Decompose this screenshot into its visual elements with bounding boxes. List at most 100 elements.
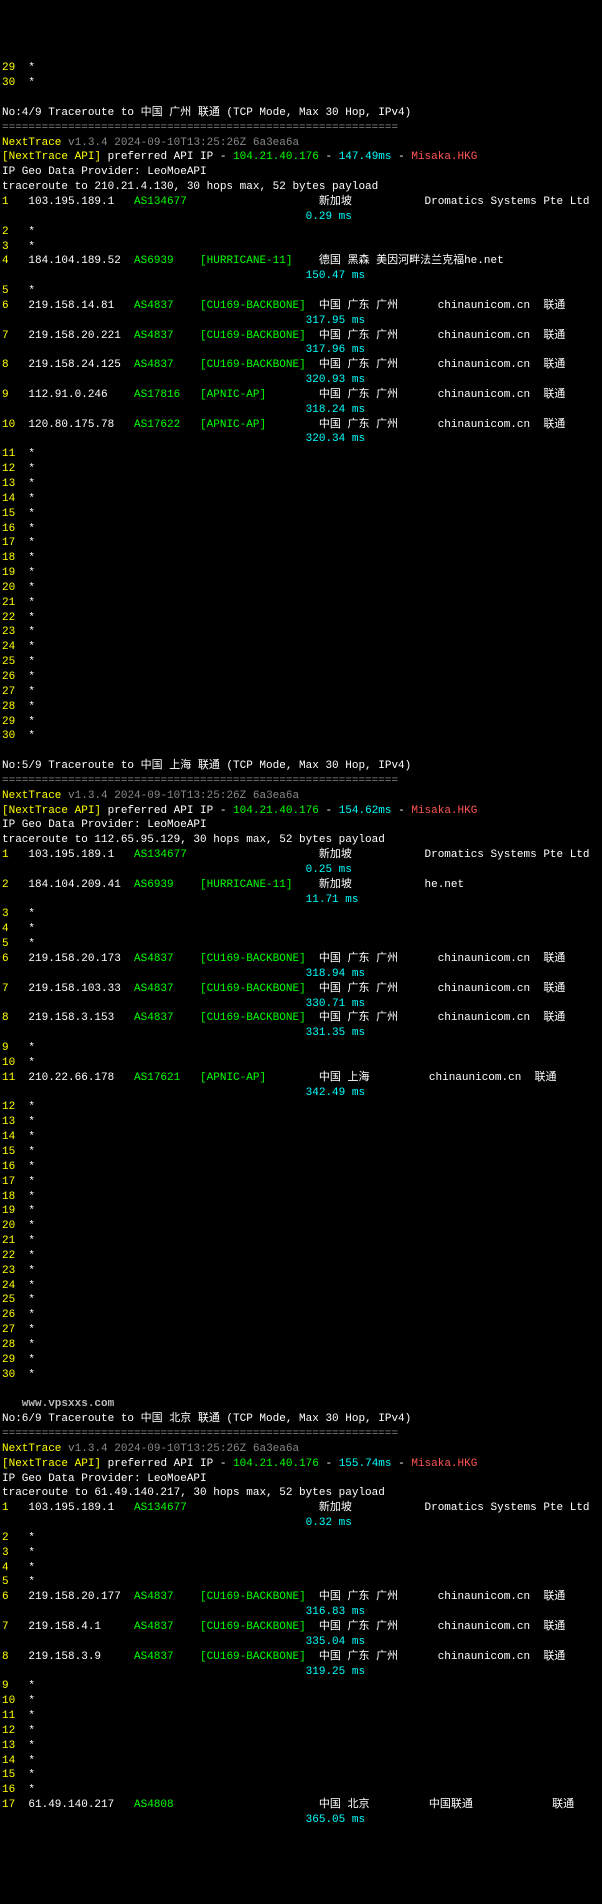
hop-number: 25: [2, 656, 15, 668]
hop-star: *: [28, 1146, 35, 1158]
hop-number: 15: [2, 1146, 15, 1158]
geo-provider: IP Geo Data Provider: LeoMoeAPI: [2, 819, 207, 831]
nexttrace-label: NextTrace: [2, 790, 61, 802]
hop-star: *: [28, 1725, 35, 1737]
hop-ip: 184.104.189.52: [28, 255, 134, 267]
hop-number: 29: [2, 62, 15, 74]
hop-star: *: [28, 241, 35, 253]
hop-number: 5: [2, 938, 15, 950]
hop-tag: [APNIC-AP]: [200, 1072, 319, 1084]
hop-number: 5: [2, 285, 15, 297]
hop-location: 中国 广东 广州: [319, 1012, 438, 1024]
hop-latency: 11.71 ms: [306, 894, 359, 906]
hop-star: *: [28, 730, 35, 742]
hop-org: chinaunicom.cn: [438, 1621, 544, 1633]
hop-isp: 联通: [543, 1651, 565, 1663]
hop-tag: [HURRICANE-11]: [200, 879, 319, 891]
hop-org: 中国联通: [429, 1799, 552, 1811]
hop-isp: 联通: [535, 1072, 557, 1084]
hop-isp: 联通: [543, 953, 565, 965]
api-label: [NextTrace API]: [2, 1458, 101, 1470]
hop-star: *: [28, 1680, 35, 1692]
api-latency: 147.49ms: [339, 151, 392, 163]
hop-star: *: [28, 716, 35, 728]
hop-latency: 330.71 ms: [306, 998, 365, 1010]
hop-star: *: [28, 1710, 35, 1722]
hop-location: 中国 广东 广州: [319, 1591, 438, 1603]
hop-star: *: [28, 656, 35, 668]
hop-star: *: [28, 1339, 35, 1351]
hop-number: 1: [2, 1502, 15, 1514]
hop-ip: 219.158.103.33: [28, 983, 134, 995]
hop-number: 14: [2, 493, 15, 505]
hop-number: 14: [2, 1755, 15, 1767]
hop-star: *: [28, 567, 35, 579]
hop-tag: [CU169-BACKBONE]: [200, 953, 319, 965]
hop-ip: 219.158.3.9: [28, 1651, 134, 1663]
hop-star: *: [28, 1324, 35, 1336]
hop-star: *: [28, 1191, 35, 1203]
hop-number: 14: [2, 1131, 15, 1143]
hop-tag: [200, 1502, 319, 1514]
hop-tag: [CU169-BACKBONE]: [200, 1012, 319, 1024]
geo-provider: IP Geo Data Provider: LeoMoeAPI: [2, 166, 207, 178]
dash: -: [319, 1458, 339, 1470]
hop-latency: 365.05 ms: [306, 1814, 365, 1826]
hop-number: 2: [2, 1532, 15, 1544]
hop-number: 28: [2, 1339, 15, 1351]
hop-tag: [HURRICANE-11]: [200, 255, 319, 267]
hop-star: *: [28, 523, 35, 535]
hop-star: *: [28, 1161, 35, 1173]
hop-org: chinaunicom.cn: [438, 330, 544, 342]
hop-number: 20: [2, 582, 15, 594]
hop-asn: AS4837: [134, 1651, 200, 1663]
hop-star: *: [28, 612, 35, 624]
hop-number: 18: [2, 552, 15, 564]
hop-latency: 150.47 ms: [306, 270, 365, 282]
hop-tag: [CU169-BACKBONE]: [200, 1651, 319, 1663]
hop-number: 4: [2, 1562, 15, 1574]
hop-isp: 联通: [543, 359, 565, 371]
hop-number: 17: [2, 1799, 15, 1811]
hop-number: 11: [2, 448, 15, 460]
hop-latency: 317.95 ms: [306, 315, 365, 327]
hop-org: he.net: [464, 255, 570, 267]
separator: ========================================…: [2, 122, 398, 134]
hop-star: *: [28, 1294, 35, 1306]
hop-number: 12: [2, 463, 15, 475]
hop-isp: 联通: [543, 983, 565, 995]
hop-location: 中国 广东 广州: [319, 389, 438, 401]
hop-latency: 319.25 ms: [306, 1666, 365, 1678]
hop-star: *: [28, 1784, 35, 1796]
hop-star: *: [28, 671, 35, 683]
hop-number: 19: [2, 567, 15, 579]
hop-org: Dromatics Systems Pte Ltd: [425, 1502, 590, 1514]
hop-star: *: [28, 1562, 35, 1574]
hop-ip: 219.158.20.221: [28, 330, 134, 342]
hop-ip: 219.158.20.173: [28, 953, 134, 965]
hop-isp: 联通: [543, 419, 565, 431]
hop-number: 17: [2, 1176, 15, 1188]
api-text: preferred API IP -: [101, 1458, 233, 1470]
hop-asn: AS4837: [134, 1621, 200, 1633]
hop-star: *: [28, 701, 35, 713]
hop-number: 2: [2, 879, 15, 891]
hop-asn: AS6939: [134, 255, 200, 267]
hop-star: *: [28, 1532, 35, 1544]
hop-star: *: [28, 1576, 35, 1588]
trace-target: traceroute to 61.49.140.217, 30 hops max…: [2, 1487, 385, 1499]
hop-asn: AS6939: [134, 879, 200, 891]
hop-number: 19: [2, 1205, 15, 1217]
hop-number: 24: [2, 641, 15, 653]
hop-star: *: [28, 938, 35, 950]
hop-ip: 61.49.140.217: [28, 1799, 134, 1811]
hop-star: *: [28, 1176, 35, 1188]
hop-number: 3: [2, 908, 15, 920]
hop-ip: 184.104.209.41: [28, 879, 134, 891]
hop-star: *: [28, 1057, 35, 1069]
hop-number: 6: [2, 1591, 15, 1603]
hop-star: *: [28, 226, 35, 238]
hop-number: 16: [2, 1161, 15, 1173]
hop-star: *: [28, 1250, 35, 1262]
hop-ip: 103.195.189.1: [28, 849, 134, 861]
